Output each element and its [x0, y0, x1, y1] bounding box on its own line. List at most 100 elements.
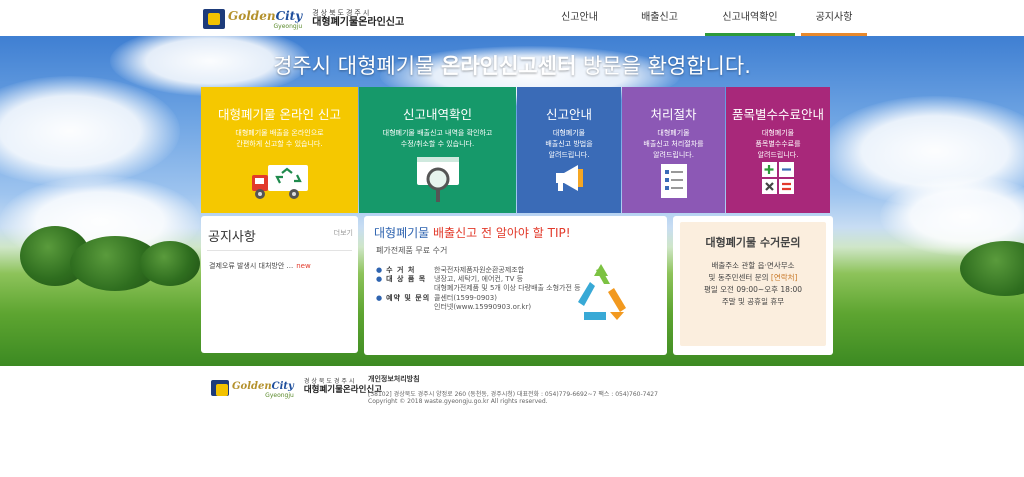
cloud-decoration — [0, 76, 180, 186]
tile-desc-line: 배출신고 처리절차를 — [643, 140, 704, 148]
nav-item-report[interactable]: 배출신고 — [626, 0, 693, 36]
footer-logo-wordmark: GoldenCity Gyeongju — [232, 376, 294, 399]
tile-guide[interactable]: 신고안내 대형폐기물 배출신고 방법을 알려드립니다. — [517, 87, 621, 213]
site-footer: GoldenCity Gyeongju 경상북도경주시 대형폐기물온라인신고 개… — [0, 366, 1024, 477]
tile-title: 신고안내 — [545, 107, 592, 122]
magnifier-screen-icon — [416, 157, 459, 202]
tile-desc-line: 알려드립니다. — [548, 151, 590, 159]
inquiry-box: 대형폐기물 수거문의 배출주소 관할 읍·면사무소 및 동주민센터 문의 [연락… — [680, 222, 826, 346]
privacy-policy-link[interactable]: 개인정보처리방침 — [368, 374, 420, 384]
site-logo[interactable]: GoldenCity Gyeongju 경상북도경주시 대형폐기물온라인신고 — [203, 7, 404, 30]
tip-value: 콜센터(1599-0903) 인터넷(www.15990903.or.kr) — [434, 294, 531, 312]
truck-recycle-icon — [251, 165, 308, 199]
tile-desc: 대형폐기물 배출신고 방법을 알려드립니다. — [517, 128, 621, 161]
inquiry-contact-link[interactable]: [연락처] — [771, 273, 798, 282]
tile-desc-line: 알려드립니다. — [757, 151, 799, 159]
logo-sub-text: Gyeongju — [265, 392, 294, 399]
tip-title: 대형폐기물 배출신고 전 알아야 할 TIP! — [374, 224, 571, 241]
tile-desc-line: 수정/취소할 수 있습니다. — [400, 140, 475, 148]
logo-city-name: 경상북도경주시 — [312, 8, 372, 17]
bullet-icon: ● — [376, 275, 383, 283]
tile-title: 대형폐기물 온라인 신고 — [218, 107, 341, 122]
inquiry-panel: 대형폐기물 수거문의 배출주소 관할 읍·면사무소 및 동주민센터 문의 [연락… — [673, 216, 833, 355]
footer-address: [38102] 경상북도 경주시 양정로 260 (동천동, 경주시청) 대표전… — [368, 391, 658, 398]
bullet-icon: ● — [376, 294, 383, 302]
tip-title-pre: 대형폐기물 — [374, 226, 434, 240]
tile-online-report[interactable]: 대형폐기물 온라인 신고 대형폐기물 배출을 온라인으로 간편하게 신고할 수 … — [201, 87, 358, 213]
tile-desc: 대형폐기물 배출신고 내역을 확인하고 수정/취소할 수 있습니다. — [359, 128, 516, 150]
welcome-text: 경주시 대형폐기물 — [273, 54, 442, 78]
logo-emblem-icon — [211, 379, 229, 396]
tip-value-line: 대형폐가전제품 및 5개 이상 다량배출 소형가전 등 — [434, 284, 581, 292]
tile-title: 처리절차 — [650, 107, 697, 122]
inquiry-line: 주말 및 공휴일 휴무 — [721, 297, 785, 306]
tip-value: 한국전자제품자원순환공제조합 — [434, 266, 524, 275]
recycle-arrows-icon — [578, 264, 626, 320]
welcome-bold-text: 온라인신고센터 — [441, 54, 577, 78]
nav-label: 공지사항 — [815, 12, 853, 23]
tile-title: 품목별수수료안내 — [731, 107, 824, 122]
nav-label: 신고안내 — [561, 12, 598, 23]
tile-desc-line: 대형폐기물 배출을 온라인으로 — [235, 129, 324, 137]
welcome-text-end: 방문을 환영합니다. — [576, 54, 751, 78]
tip-value-line[interactable]: 인터넷(www.15990903.or.kr) — [434, 303, 531, 312]
tile-history[interactable]: 신고내역확인 대형폐기물 배출신고 내역을 확인하고 수정/취소할 수 있습니다… — [359, 87, 516, 213]
logo-emblem-icon — [203, 8, 225, 29]
footer-copyright: Copyright © 2018 waste.gyeongju.go.kr Al… — [368, 398, 548, 405]
logo-wordmark: GoldenCity Gyeongju — [228, 7, 302, 30]
nav-item-notice[interactable]: 공지사항 — [801, 0, 867, 36]
logo-city-text: City — [275, 9, 303, 23]
megaphone-icon — [556, 165, 583, 191]
logo-title-block: 경상북도경주시 대형폐기물온라인신고 — [312, 9, 404, 29]
welcome-heading: 경주시 대형폐기물 온라인신고센터 방문을 환영합니다. — [0, 50, 1024, 80]
tip-subtitle: 폐가전제품 무료 수거 — [376, 246, 448, 255]
tile-desc: 대형폐기물 배출을 온라인으로 간편하게 신고할 수 있습니다. — [201, 128, 358, 150]
inquiry-line: 평일 오전 09:00~오후 18:00 — [703, 285, 803, 294]
logo-sub-text: Gyeongju — [273, 23, 303, 30]
notice-list-item[interactable]: 결제오류 발생시 대처방안 ... new — [209, 261, 311, 271]
tip-value-line[interactable]: 콜센터(1599-0903) — [434, 294, 531, 303]
tip-value-line: 한국전자제품자원순환공제조합 — [434, 266, 525, 274]
tip-title-highlight: 배출신고 전 알아야 할 TIP! — [433, 226, 571, 240]
site-header: GoldenCity Gyeongju 경상북도경주시 대형폐기물온라인신고 신… — [0, 0, 1024, 36]
inquiry-line-text: 및 동주민센터 문의 — [708, 273, 771, 282]
notice-divider — [207, 250, 352, 251]
notice-title: 공지사항 — [208, 230, 256, 245]
tip-value-line: 냉장고, 세탁기, 에어컨, TV 등 — [434, 275, 524, 283]
inquiry-title: 대형폐기물 수거문의 — [705, 236, 801, 249]
logo-site-name: 대형폐기물온라인신고 — [312, 16, 405, 28]
inquiry-text: 배출주소 관할 읍·면사무소 및 동주민센터 문의 [연락처] 평일 오전 09… — [680, 260, 826, 308]
tile-process[interactable]: 처리절차 대형폐기물 배출신고 처리절차를 알려드립니다. — [622, 87, 725, 213]
notice-more-link[interactable]: 더보기 — [334, 228, 353, 238]
tile-desc: 대형폐기물 배출신고 처리절차를 알려드립니다. — [622, 128, 725, 161]
main-nav: 신고안내 배출신고 신고내역확인 공지사항 — [543, 0, 867, 36]
inquiry-line: 배출주소 관할 읍·면사무소 — [711, 261, 795, 270]
nav-label: 배출신고 — [641, 12, 678, 23]
tree-decoration — [140, 241, 200, 286]
new-badge: new — [296, 262, 311, 270]
tile-fee[interactable]: 품목별수수료안내 대형폐기물 품목별수수료를 알려드립니다. — [726, 87, 830, 213]
tip-value: 냉장고, 세탁기, 에어컨, TV 등 대형폐가전제품 및 5개 이상 다량배출 … — [434, 275, 581, 293]
notice-panel: 공지사항 더보기 결제오류 발생시 대처방안 ... new — [201, 216, 358, 353]
hero-banner: 경주시 대형폐기물 온라인신고센터 방문을 환영합니다. 대형폐기물 온라인 신… — [0, 36, 1024, 366]
tip-row: ● 예약 및 문의 — [376, 294, 442, 303]
checklist-icon — [660, 164, 687, 198]
inquiry-line: 및 동주민센터 문의 [연락처] — [680, 272, 826, 284]
tile-desc-line: 대형폐기물 — [552, 129, 586, 137]
tile-title: 신고내역확인 — [402, 107, 472, 122]
logo-golden-text: Golden — [228, 9, 276, 23]
tip-row: ● 수 거 처 — [376, 266, 442, 275]
nav-item-guide[interactable]: 신고안내 — [543, 0, 616, 36]
tile-desc-line: 대형폐기물 — [761, 129, 795, 137]
nav-label: 신고내역확인 — [722, 12, 778, 23]
tile-desc-line: 대형폐기물 배출신고 내역을 확인하고 — [382, 129, 493, 137]
nav-item-history[interactable]: 신고내역확인 — [705, 0, 795, 36]
tile-desc: 대형폐기물 품목별수수료를 알려드립니다. — [726, 128, 830, 161]
footer-logo: GoldenCity Gyeongju 경상북도경주시 대형폐기물온라인신고 — [211, 376, 382, 399]
logo-city-text: City — [271, 381, 294, 392]
tile-desc-line: 품목별수수료를 — [755, 140, 801, 148]
calculator-icon — [762, 162, 794, 194]
tile-desc-line: 대형폐기물 — [657, 129, 690, 137]
logo-golden-text: Golden — [232, 381, 272, 392]
tile-desc-line: 알려드립니다. — [653, 151, 694, 159]
